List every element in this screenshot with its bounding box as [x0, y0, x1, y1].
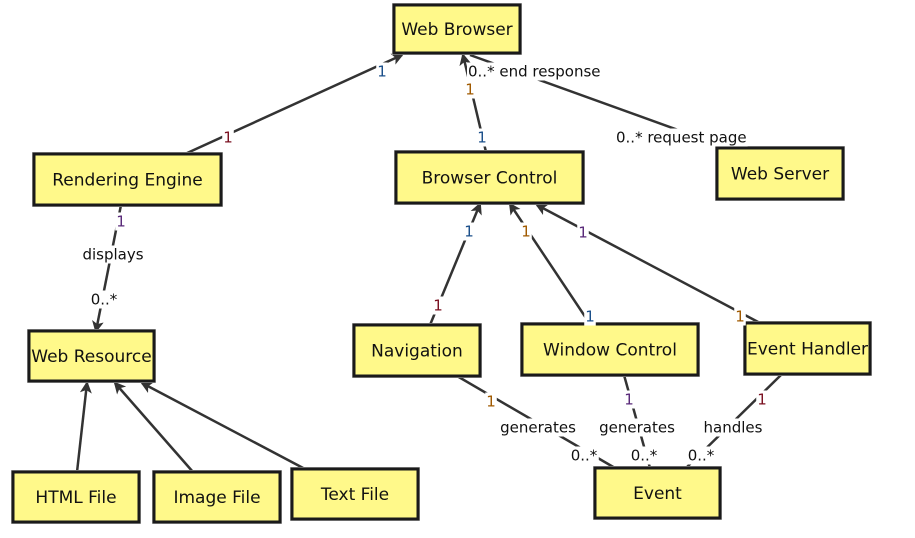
node-label: Event Handler [747, 340, 868, 360]
node-label: Web Server [731, 165, 829, 185]
association-edge-eh-bc [535, 203, 761, 325]
node-label: Browser Control [422, 169, 558, 189]
association-label: handles [704, 419, 763, 437]
multiplicity-label: 1 [735, 308, 745, 326]
node-label: HTML File [35, 488, 116, 508]
multiplicity-label: 1 [464, 223, 474, 241]
association-edge-txt-wr [140, 381, 306, 471]
multiplicity-label: 1 [377, 63, 387, 81]
multiplicity-label: 1 [223, 129, 233, 147]
multiplicity-label: 1 [521, 223, 531, 241]
class-node-web-browser[interactable]: Web Browser [392, 3, 522, 55]
node-label: Event [633, 484, 682, 504]
multiplicity-label: 1 [757, 391, 767, 409]
class-node-html-file[interactable]: HTML File [11, 470, 141, 524]
class-node-event[interactable]: Event [593, 466, 722, 520]
association-edge-img-wr [113, 381, 194, 473]
association-edge-re-wb [184, 53, 404, 156]
class-node-browser-control[interactable]: Browser Control [394, 150, 585, 205]
association-edge-html-wr [75, 381, 92, 473]
multiplicity-label: 1 [624, 391, 634, 409]
class-node-web-resource[interactable]: Web Resource [27, 329, 156, 383]
node-label: Image File [173, 488, 260, 508]
node-label: Web Browser [401, 20, 512, 40]
node-label: Text File [320, 485, 389, 505]
class-node-image-file[interactable]: Image File [152, 470, 282, 524]
multiplicity-label: 0..* [91, 291, 118, 309]
multiplicity-label: 1 [116, 213, 126, 231]
association-label: 0..* request page [616, 129, 747, 147]
node-label: Web Resource [31, 347, 151, 367]
association-label: 0..* end response [468, 63, 601, 81]
class-diagram: Web Browser Rendering Engine Browser Contr… [11, 3, 872, 524]
class-node-text-file[interactable]: Text File [290, 467, 420, 521]
multiplicity-label: 1 [465, 81, 475, 99]
association-label: displays [82, 246, 143, 264]
class-node-event-handler[interactable]: Event Handler [743, 321, 872, 376]
multiplicity-label: 1 [585, 308, 595, 326]
multiplicity-label: 1 [477, 129, 487, 147]
node-label: Rendering Engine [52, 171, 202, 191]
multiplicity-label: 1 [433, 297, 443, 315]
multiplicity-label: 0..* [571, 447, 598, 465]
node-label: Window Control [543, 341, 677, 361]
class-node-window-control[interactable]: Window Control [520, 322, 700, 377]
association-label: generates [599, 419, 675, 437]
class-node-web-server[interactable]: Web Server [715, 146, 845, 201]
multiplicity-label: 1 [486, 393, 496, 411]
node-label: Navigation [371, 342, 463, 362]
multiplicity-label: 1 [578, 224, 588, 242]
class-node-rendering-engine[interactable]: Rendering Engine [32, 152, 223, 207]
multiplicity-label: 0..* [688, 447, 715, 465]
class-node-navigation[interactable]: Navigation [352, 323, 482, 378]
association-label: generates [500, 419, 576, 437]
multiplicity-label: 0..* [631, 447, 658, 465]
